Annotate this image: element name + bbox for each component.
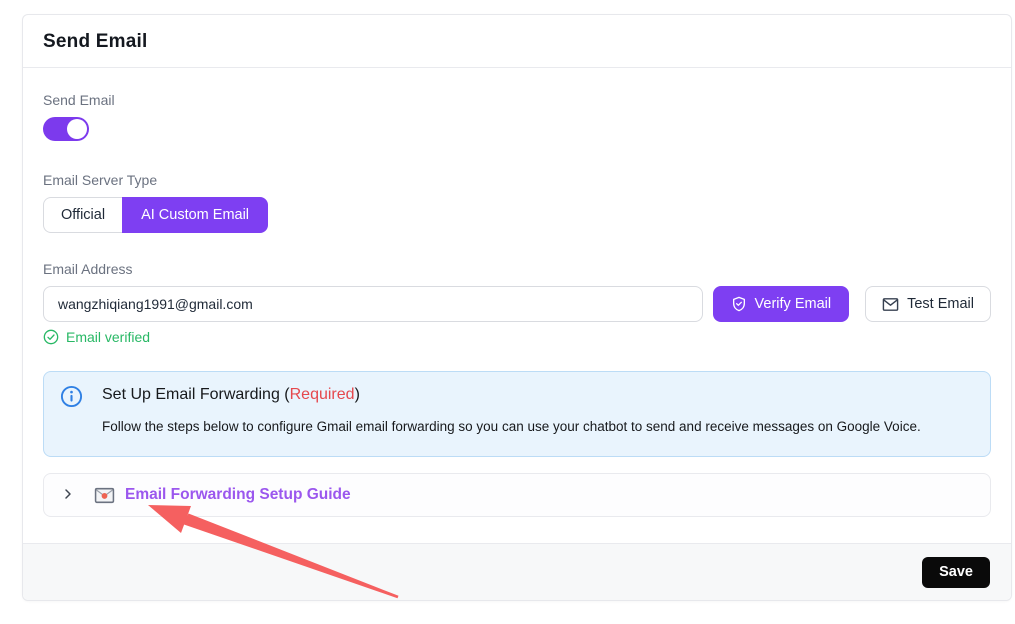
- verify-email-button[interactable]: Verify Email: [713, 286, 850, 322]
- email-verified-status: Email verified: [43, 329, 991, 345]
- card-header: Send Email: [23, 15, 1011, 68]
- email-forwarding-guide-accordion[interactable]: Email Forwarding Setup Guide: [43, 473, 991, 517]
- test-email-label: Test Email: [907, 296, 974, 312]
- test-email-button[interactable]: Test Email: [865, 286, 991, 322]
- email-server-type-label: Email Server Type: [43, 172, 991, 188]
- email-address-input[interactable]: [43, 286, 703, 322]
- server-type-ai-custom-button[interactable]: AI Custom Email: [122, 197, 268, 233]
- page-title: Send Email: [43, 31, 991, 53]
- email-address-label: Email Address: [43, 261, 991, 277]
- required-badge-text: Required: [290, 386, 355, 403]
- info-icon: [60, 385, 83, 413]
- save-button[interactable]: Save: [922, 557, 990, 588]
- server-type-official-button[interactable]: Official: [43, 197, 122, 233]
- send-email-toggle-label: Send Email: [43, 92, 991, 108]
- card-body: Send Email Email Server Type Official AI…: [23, 68, 1011, 543]
- guide-title-link[interactable]: Email Forwarding Setup Guide: [125, 486, 351, 504]
- shield-check-icon: [731, 296, 747, 312]
- check-circle-icon: [43, 329, 59, 345]
- email-forwarding-info-box: Set Up Email Forwarding (Required) Follo…: [43, 371, 991, 457]
- chevron-right-icon[interactable]: [62, 487, 74, 504]
- send-email-card: Send Email Send Email Email Server Type …: [22, 14, 1012, 601]
- sealed-envelope-icon: [94, 487, 115, 504]
- send-email-toggle[interactable]: [43, 117, 89, 141]
- verify-email-label: Verify Email: [755, 296, 832, 312]
- email-address-row: Verify Email Test Email: [43, 286, 991, 322]
- envelope-icon: [882, 297, 899, 312]
- info-box-body: Follow the steps below to configure Gmai…: [102, 418, 974, 436]
- email-verified-text: Email verified: [66, 329, 150, 345]
- email-server-type-segmented: Official AI Custom Email: [43, 197, 268, 233]
- info-box-title: Set Up Email Forwarding (Required): [102, 386, 974, 404]
- toggle-knob: [67, 119, 87, 139]
- card-footer: Save: [23, 543, 1011, 600]
